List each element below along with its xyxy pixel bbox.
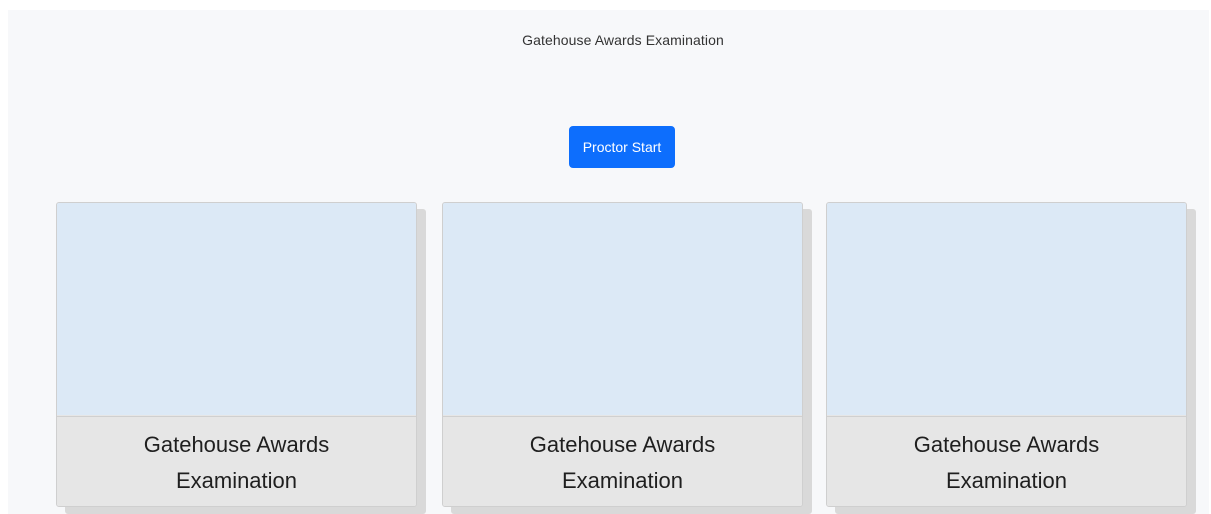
exam-card-2[interactable]: Gatehouse Awards Examination	[442, 202, 803, 507]
card-image-placeholder	[827, 203, 1186, 415]
card-title: Gatehouse Awards Examination	[143, 431, 330, 493]
exam-card-3[interactable]: Gatehouse Awards Examination	[826, 202, 1187, 507]
card-caption: Gatehouse Awards Examination	[57, 416, 416, 506]
card-image-placeholder	[57, 203, 416, 415]
card-caption: Gatehouse Awards Examination	[443, 416, 802, 506]
card-title: Gatehouse Awards Examination	[529, 431, 716, 493]
card-caption: Gatehouse Awards Examination	[827, 416, 1186, 506]
card-image-placeholder	[443, 203, 802, 415]
exam-card-1[interactable]: Gatehouse Awards Examination	[56, 202, 417, 507]
card-title: Gatehouse Awards Examination	[913, 431, 1100, 493]
page-container: Gatehouse Awards Examination Proctor Sta…	[8, 10, 1209, 514]
proctor-start-button[interactable]: Proctor Start	[569, 126, 675, 168]
page-title: Gatehouse Awards Examination	[522, 32, 724, 48]
